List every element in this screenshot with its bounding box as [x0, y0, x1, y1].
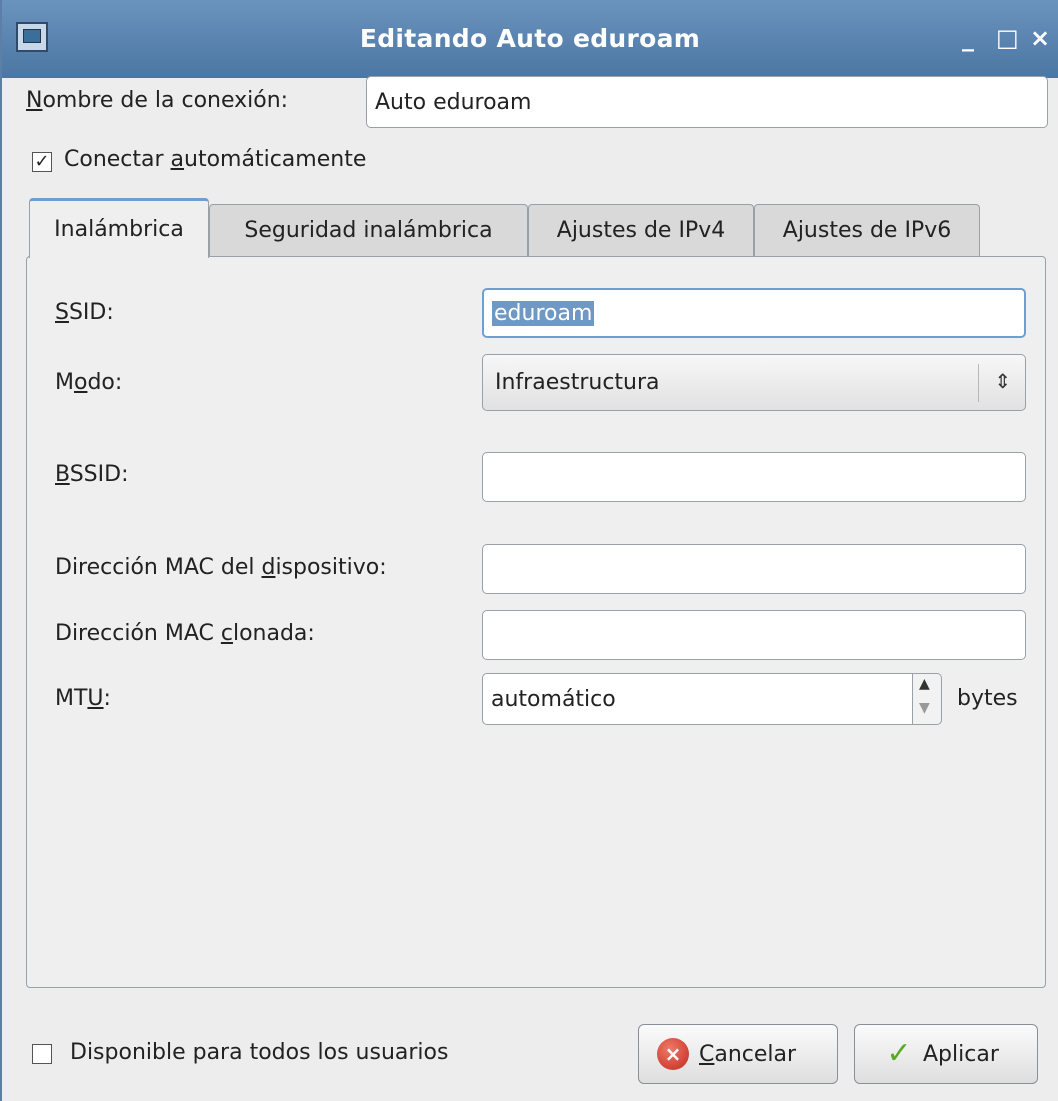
- bssid-label: BSSID:: [55, 462, 129, 487]
- bssid-input[interactable]: [482, 452, 1026, 502]
- title-bar[interactable]: Editando Auto eduroam _ □ ×: [2, 0, 1058, 78]
- close-button[interactable]: ×: [1030, 24, 1050, 52]
- all-users-label[interactable]: Disponible para todos los usuarios: [70, 1040, 448, 1065]
- spin-down-icon[interactable]: ▼: [919, 700, 930, 716]
- device-mac-label: Dirección MAC del dispositivo:: [55, 555, 387, 580]
- cloned-mac-label: Dirección MAC clonada:: [55, 621, 315, 646]
- device-mac-input[interactable]: [482, 544, 1026, 594]
- all-users-checkbox[interactable]: [32, 1044, 52, 1064]
- mtu-input[interactable]: automático: [482, 673, 914, 725]
- mtu-spinner[interactable]: ▲ ▼: [912, 673, 942, 725]
- maximize-button[interactable]: □: [996, 24, 1019, 52]
- mode-label: Modo:: [55, 370, 123, 395]
- tab-wireless[interactable]: Inalámbrica: [29, 198, 209, 258]
- edit-connection-window: Editando Auto eduroam _ □ × Nombre de la…: [0, 0, 1058, 1101]
- window-title: Editando Auto eduroam: [359, 24, 701, 53]
- chevron-updown-icon: ⇕: [994, 369, 1011, 393]
- ssid-input[interactable]: eduroam: [482, 288, 1026, 338]
- minimize-button[interactable]: _: [962, 24, 974, 52]
- apply-button[interactable]: ✓ Aplicar: [854, 1024, 1038, 1084]
- tab-ipv6-settings[interactable]: Ajustes de IPv6: [754, 204, 980, 256]
- mode-select[interactable]: Infraestructura ⇕: [482, 354, 1026, 411]
- checkmark-icon: ✓: [886, 1036, 912, 1071]
- connection-name-label: Nombre de la conexión:: [26, 88, 289, 113]
- cloned-mac-input[interactable]: [482, 610, 1026, 660]
- spin-up-icon[interactable]: ▲: [919, 676, 930, 692]
- tab-ipv4-settings[interactable]: Ajustes de IPv4: [528, 204, 754, 256]
- mtu-unit-label: bytes: [957, 686, 1018, 711]
- connection-name-input[interactable]: Auto eduroam: [366, 76, 1048, 128]
- cancel-button[interactable]: × Cancelar: [638, 1024, 838, 1084]
- tab-wireless-security[interactable]: Seguridad inalámbrica: [209, 204, 528, 256]
- ssid-label: SSID:: [55, 300, 114, 325]
- cancel-icon: ×: [657, 1038, 689, 1070]
- auto-connect-checkbox[interactable]: ✓: [32, 152, 52, 172]
- mtu-label: MTU:: [55, 686, 111, 711]
- auto-connect-label[interactable]: Conectar automáticamente: [64, 147, 366, 172]
